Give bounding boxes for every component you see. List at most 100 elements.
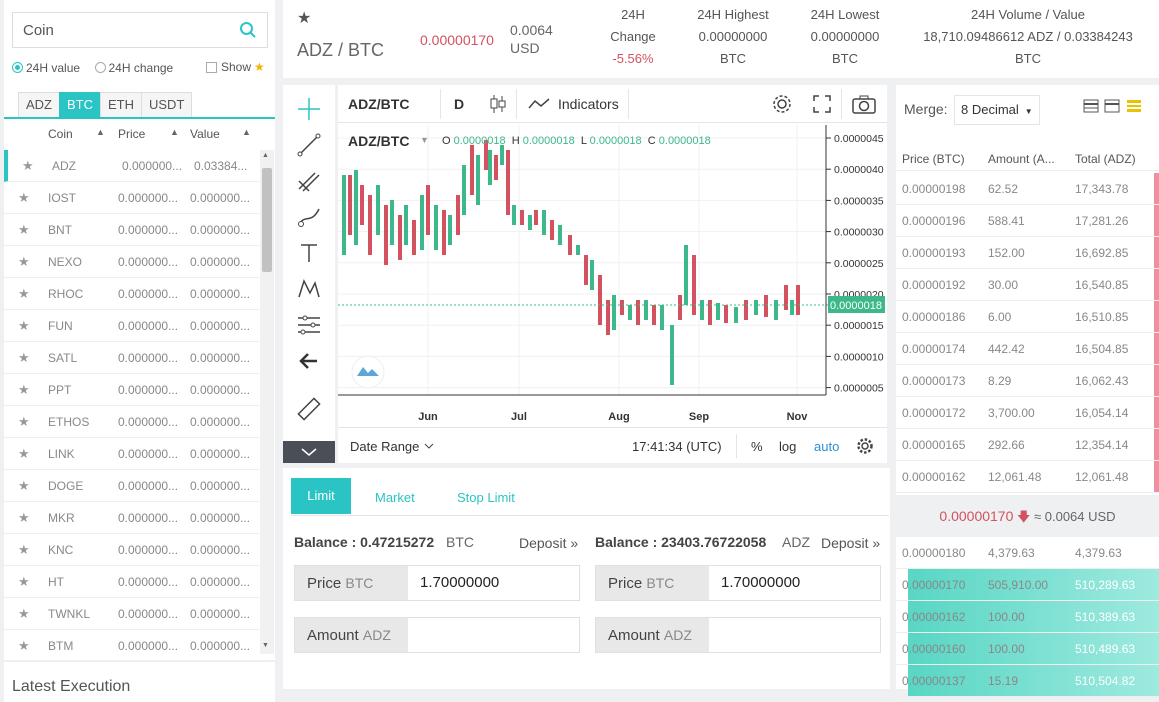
star-icon[interactable]: ★	[18, 478, 30, 494]
trend-line-icon[interactable]	[295, 131, 323, 159]
coin-row[interactable]: ★ IOST 0.000000... 0.000000...	[4, 182, 259, 214]
book-view-asks-icon[interactable]	[1104, 99, 1120, 113]
ask-row[interactable]: 0.00000162 12,061.48 12,061.48	[896, 461, 1159, 493]
buy-price-field[interactable]: Price BTC 1.70000000	[294, 565, 580, 601]
col-price[interactable]: Price	[118, 127, 145, 141]
coin-row[interactable]: ★ BNT 0.000000... 0.000000...	[4, 214, 259, 246]
bid-row[interactable]: 0.00000137 15.19 510,504.82	[896, 665, 1159, 697]
show-favorites-checkbox[interactable]: Show ★	[206, 60, 265, 74]
star-icon[interactable]: ★	[18, 222, 30, 238]
scroll-up-icon[interactable]: ▲	[262, 152, 269, 159]
radio-24h-value[interactable]: 24H value	[12, 61, 80, 75]
coin-row[interactable]: ★ KNC 0.000000... 0.000000...	[4, 534, 259, 566]
coin-row[interactable]: ★ RHOC 0.000000... 0.000000...	[4, 278, 259, 310]
time-axis[interactable]: Jun Jul Aug Sep Nov	[418, 411, 808, 423]
star-icon[interactable]: ★	[22, 158, 34, 174]
coin-row[interactable]: ★ DOGE 0.000000... 0.000000...	[4, 470, 259, 502]
coin-row[interactable]: ★ MKR 0.000000... 0.000000...	[4, 502, 259, 534]
coin-row[interactable]: ★ BTM 0.000000... 0.000000...	[4, 630, 259, 662]
fullscreen-icon[interactable]	[811, 93, 833, 115]
interval-button[interactable]: D	[454, 96, 464, 112]
ask-row[interactable]: 0.00000174 442.42 16,504.85	[896, 333, 1159, 365]
log-scale-button[interactable]: log	[779, 439, 796, 454]
tab-adz[interactable]: ADZ	[18, 92, 60, 118]
buy-price-input[interactable]: 1.70000000	[408, 566, 579, 600]
merge-select[interactable]: 8 Decimal ▼	[954, 95, 1040, 125]
favorite-star-icon[interactable]: ★	[297, 8, 311, 28]
star-icon[interactable]: ★	[18, 286, 30, 302]
coin-row[interactable]: ★ ETHOS 0.000000... 0.000000...	[4, 406, 259, 438]
star-icon[interactable]: ★	[18, 190, 30, 206]
date-range-button[interactable]: Date Range	[350, 439, 419, 454]
ask-row[interactable]: 0.00000192 30.00 16,540.85	[896, 269, 1159, 301]
coin-row[interactable]: ★ NEXO 0.000000... 0.000000...	[4, 246, 259, 278]
coin-row[interactable]: ★ TWNKL 0.000000... 0.000000...	[4, 598, 259, 630]
chevron-down-icon[interactable]	[424, 442, 434, 450]
bid-row[interactable]: 0.00000170 505,910.00 510,289.63	[896, 569, 1159, 601]
sort-up-icon[interactable]: ▲	[96, 127, 105, 137]
coin-row[interactable]: ★ SATL 0.000000... 0.000000...	[4, 342, 259, 374]
tab-eth[interactable]: ETH	[100, 92, 142, 118]
star-icon[interactable]: ★	[18, 382, 30, 398]
ask-row[interactable]: 0.00000198 62.52 17,343.78	[896, 173, 1159, 205]
col-value[interactable]: Value	[190, 127, 220, 141]
legend-dropdown-icon[interactable]: ▼	[420, 135, 429, 145]
ask-row[interactable]: 0.00000196 588.41 17,281.26	[896, 205, 1159, 237]
price-axis[interactable]: 0.0000045 0.0000040 0.0000035 0.0000030 0.00…	[826, 133, 884, 395]
star-icon[interactable]: ★	[18, 574, 30, 590]
scrollbar-thumb[interactable]	[262, 168, 272, 272]
sell-amount-input[interactable]	[709, 618, 880, 652]
tab-stop-limit[interactable]: Stop Limit	[457, 490, 515, 505]
coin-row[interactable]: ★ LINK 0.000000... 0.000000...	[4, 438, 259, 470]
tab-limit[interactable]: Limit	[291, 478, 351, 514]
coin-row[interactable]: ★ FUN 0.000000... 0.000000...	[4, 310, 259, 342]
pattern-tool-icon[interactable]	[295, 275, 323, 303]
indicators-icon[interactable]	[528, 96, 550, 112]
brush-icon[interactable]	[295, 203, 323, 231]
candle-style-icon[interactable]	[488, 93, 508, 115]
measure-tool-icon[interactable]	[295, 311, 323, 339]
chevron-down-icon[interactable]	[283, 441, 335, 463]
bid-row[interactable]: 0.00000160 100.00 510,489.63	[896, 633, 1159, 665]
sort-up-icon[interactable]: ▲	[170, 127, 179, 137]
arrow-left-icon[interactable]	[295, 347, 323, 375]
ruler-icon[interactable]	[295, 395, 323, 423]
coin-row[interactable]: ★ HT 0.000000... 0.000000...	[4, 566, 259, 598]
percent-scale-button[interactable]: %	[751, 439, 763, 454]
sell-amount-field[interactable]: Amount ADZ	[595, 617, 881, 653]
ask-row[interactable]: 0.00000165 292.66 12,354.14	[896, 429, 1159, 461]
chart-settings-gear-icon[interactable]	[856, 437, 874, 455]
star-icon[interactable]: ★	[18, 638, 30, 654]
sell-price-input[interactable]: 1.70000000	[709, 566, 880, 600]
text-tool-icon[interactable]	[295, 239, 323, 267]
star-icon[interactable]: ★	[18, 254, 30, 270]
fib-tool-icon[interactable]	[295, 167, 323, 195]
buy-deposit-link[interactable]: Deposit »	[519, 535, 578, 551]
auto-scale-button[interactable]: auto	[814, 439, 839, 454]
ask-row[interactable]: 0.00000186 6.00 16,510.85	[896, 301, 1159, 333]
gear-icon[interactable]	[771, 93, 793, 115]
sell-price-field[interactable]: Price BTC 1.70000000	[595, 565, 881, 601]
book-view-both-icon[interactable]	[1083, 99, 1099, 113]
star-icon[interactable]: ★	[18, 318, 30, 334]
star-icon[interactable]: ★	[18, 510, 30, 526]
star-icon[interactable]: ★	[18, 414, 30, 430]
candlestick-chart[interactable]: 0.0000045 0.0000040 0.0000035 0.0000030 0.00…	[338, 125, 887, 427]
crosshair-icon[interactable]	[295, 95, 323, 123]
search-icon[interactable]	[239, 21, 257, 39]
coin-row[interactable]: ★ PPT 0.000000... 0.000000...	[4, 374, 259, 406]
bid-row[interactable]: 0.00000180 4,379.63 4,379.63	[896, 537, 1159, 569]
star-icon[interactable]: ★	[18, 446, 30, 462]
buy-amount-field[interactable]: Amount ADZ	[294, 617, 580, 653]
coin-row[interactable]: ★ ADZ 0.000000... 0.03384...	[4, 150, 259, 182]
tab-usdt[interactable]: USDT	[141, 92, 193, 118]
ask-row[interactable]: 0.00000193 152.00 16,692.85	[896, 237, 1159, 269]
indicators-button[interactable]: Indicators	[558, 96, 619, 112]
chart-symbol[interactable]: ADZ/BTC	[348, 96, 409, 112]
star-icon[interactable]: ★	[18, 350, 30, 366]
col-coin[interactable]: Coin	[48, 127, 73, 141]
bid-row[interactable]: 0.00000162 100.00 510,389.63	[896, 601, 1159, 633]
star-icon[interactable]: ★	[18, 542, 30, 558]
toolbar-expand[interactable]	[283, 441, 335, 463]
coin-search-input[interactable]: Coin	[12, 12, 268, 48]
